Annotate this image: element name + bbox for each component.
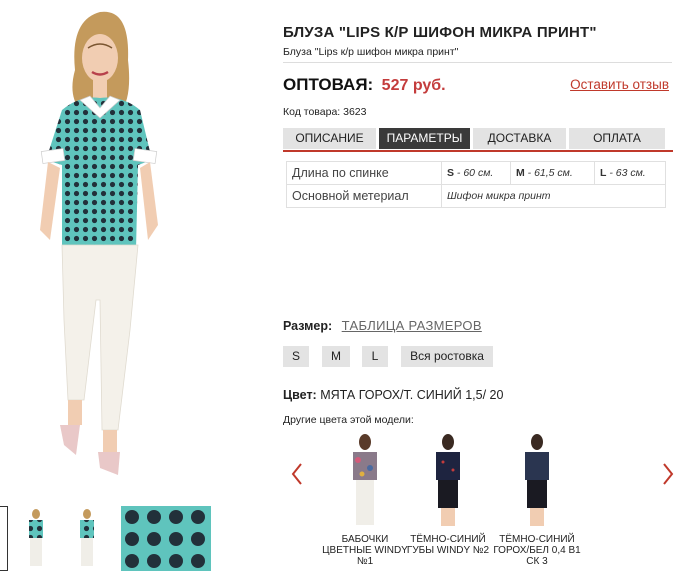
size-table-link[interactable]: ТАБЛИЦА РАЗМЕРОВ	[342, 318, 482, 333]
table-row: Длина по спинке S - 60 см. M - 61,5 см. …	[286, 161, 666, 185]
other-colors-label: Другие цвета этой модели:	[283, 414, 414, 426]
size-option-m[interactable]: M	[322, 346, 350, 367]
variant-photo	[353, 434, 377, 525]
tab-description[interactable]: ОПИСАНИЕ	[283, 128, 376, 149]
size-option-all[interactable]: Вся ростовка	[401, 346, 493, 367]
param-value: Шифон микра принт	[441, 184, 666, 208]
variant-name: ТЁМНО-СИНИЙ ГОРОХ/БЕЛ 0,4 В1 СК 3	[493, 534, 581, 567]
thumbnail-3[interactable]	[64, 506, 110, 571]
price-label: ОПТОВАЯ:	[283, 75, 374, 94]
price-row: ОПТОВАЯ: 527 руб. Оставить отзыв	[283, 75, 673, 99]
product-title: БЛУЗА "LIPS К/Р ШИФОН МИКРА ПРИНТ"	[283, 24, 597, 41]
param-name: Длина по спинке	[286, 161, 442, 185]
param-size: S	[447, 167, 455, 179]
variant-photo	[525, 434, 549, 526]
color-variant-card[interactable]: БАБОЧКИ ЦВЕТНЫЕ WINDY №1	[320, 430, 410, 571]
size-option-s[interactable]: S	[283, 346, 309, 367]
color-value: МЯТА ГОРОХ/Т. СИНИЙ 1,5/ 20	[320, 388, 504, 402]
param-size: M	[516, 167, 525, 179]
product-photo-figure	[40, 11, 158, 475]
table-row: Основной метериал Шифон микра принт	[286, 184, 666, 208]
variant-photo	[436, 434, 460, 526]
product-main-photo[interactable]	[0, 0, 270, 500]
price-value: 527 руб.	[381, 77, 446, 94]
chevron-left-icon[interactable]	[290, 462, 304, 486]
size-label: Размер:	[283, 319, 333, 333]
param-value: S - 60 см.	[441, 161, 511, 185]
title-divider	[283, 62, 672, 63]
color-row: Цвет: МЯТА ГОРОХ/Т. СИНИЙ 1,5/ 20	[283, 388, 503, 402]
chevron-right-icon[interactable]	[661, 462, 675, 486]
param-value: M - 61,5 см.	[510, 161, 595, 185]
leave-review-link[interactable]: Оставить отзыв	[570, 77, 669, 92]
param-measure: - 60 см.	[454, 167, 494, 179]
thumbnail-1[interactable]	[0, 506, 8, 571]
color-label: Цвет:	[283, 388, 317, 402]
param-value: L - 63 см.	[594, 161, 666, 185]
tab-delivery[interactable]: ДОСТАВКА	[473, 128, 566, 149]
product-sku: Код товара: 3623	[283, 106, 367, 118]
tab-payment[interactable]: ОПЛАТА	[569, 128, 665, 149]
fabric-closeup	[121, 506, 211, 571]
product-subtitle: Блуза "Lips к/р шифон микра принт"	[283, 46, 459, 58]
variant-name: ТЁМНО-СИНИЙ ГУБЫ WINDY №2	[406, 534, 490, 556]
color-variant-card[interactable]: ТЁМНО-СИНИЙ ГОРОХ/БЕЛ 0,4 В1 СК 3	[492, 430, 582, 571]
size-option-l[interactable]: L	[362, 346, 388, 367]
product-tabs: ОПИСАНИЕ ПАРАМЕТРЫ ДОСТАВКА ОПЛАТА	[283, 128, 673, 152]
tab-parameters[interactable]: ПАРАМЕТРЫ	[379, 128, 470, 149]
thumbnail-figure	[80, 509, 94, 566]
size-row: Размер: ТАБЛИЦА РАЗМЕРОВ	[283, 318, 482, 333]
thumbnail-strip	[0, 506, 270, 571]
param-measure: - 63 см.	[606, 167, 646, 179]
thumbnail-2[interactable]	[17, 506, 55, 571]
thumbnail-4-fabric[interactable]	[121, 506, 211, 571]
param-name: Основной метериал	[286, 184, 442, 208]
thumbnail-figure	[29, 509, 43, 566]
variant-name: БАБОЧКИ ЦВЕТНЫЕ WINDY №1	[322, 534, 408, 567]
color-variant-card[interactable]: ТЁМНО-СИНИЙ ГУБЫ WINDY №2	[403, 430, 493, 571]
parameters-table: Длина по спинке S - 60 см. M - 61,5 см. …	[286, 161, 666, 208]
param-measure: - 61,5 см.	[524, 167, 573, 179]
